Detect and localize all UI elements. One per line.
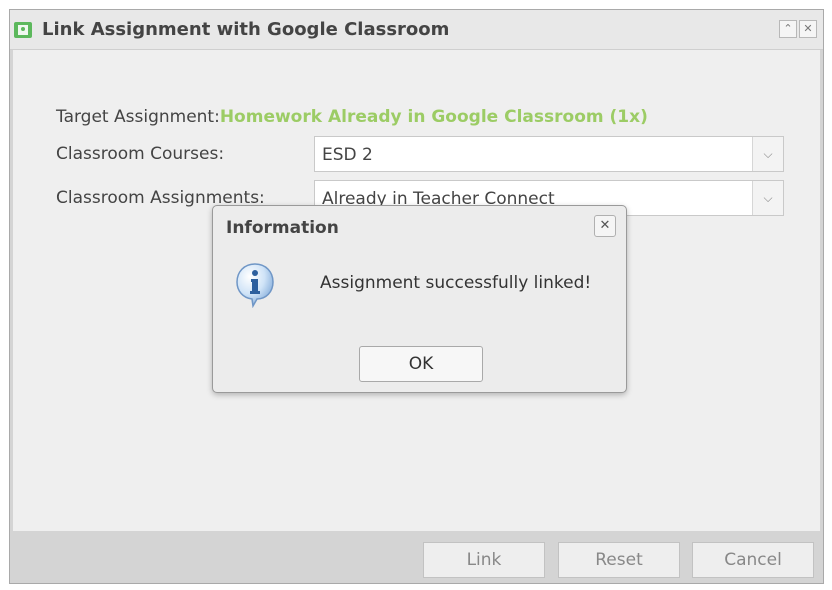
classroom-courses-select[interactable]: ESD 2 ⌵ [314, 136, 784, 172]
close-window-button[interactable]: ✕ [799, 20, 817, 38]
close-icon: ✕ [599, 218, 611, 233]
classroom-courses-value: ESD 2 [322, 145, 373, 165]
info-icon [236, 263, 274, 308]
link-button[interactable]: Link [423, 542, 545, 578]
window-titlebar[interactable]: Link Assignment with Google Classroom ⌃ … [10, 10, 823, 50]
information-dialog: Information ✕ Assignment successfully li… [212, 205, 627, 393]
collapse-window-button[interactable]: ⌃ [779, 20, 797, 38]
chevron-down-icon[interactable]: ⌵ [752, 181, 783, 215]
chevron-down-icon[interactable]: ⌵ [752, 137, 783, 171]
dialog-close-button[interactable]: ✕ [594, 215, 616, 237]
reset-button[interactable]: Reset [558, 542, 680, 578]
google-classroom-icon [14, 22, 32, 38]
dialog-message: Assignment successfully linked! [320, 273, 592, 293]
chevron-up-double-icon: ⌃ [783, 22, 793, 35]
cancel-button[interactable]: Cancel [692, 542, 814, 578]
close-icon: ✕ [803, 22, 813, 35]
target-assignment-label: Target Assignment: [56, 107, 220, 127]
dialog-title: Information [226, 218, 339, 238]
classroom-courses-label: Classroom Courses: [56, 144, 225, 164]
target-assignment-row: Target Assignment:Homework Already in Go… [56, 107, 648, 127]
button-bar: Link Reset Cancel [13, 531, 820, 581]
window-title: Link Assignment with Google Classroom [42, 19, 450, 40]
target-assignment-value: Homework Already in Google Classroom (1x… [219, 107, 648, 127]
ok-button[interactable]: OK [359, 346, 483, 382]
